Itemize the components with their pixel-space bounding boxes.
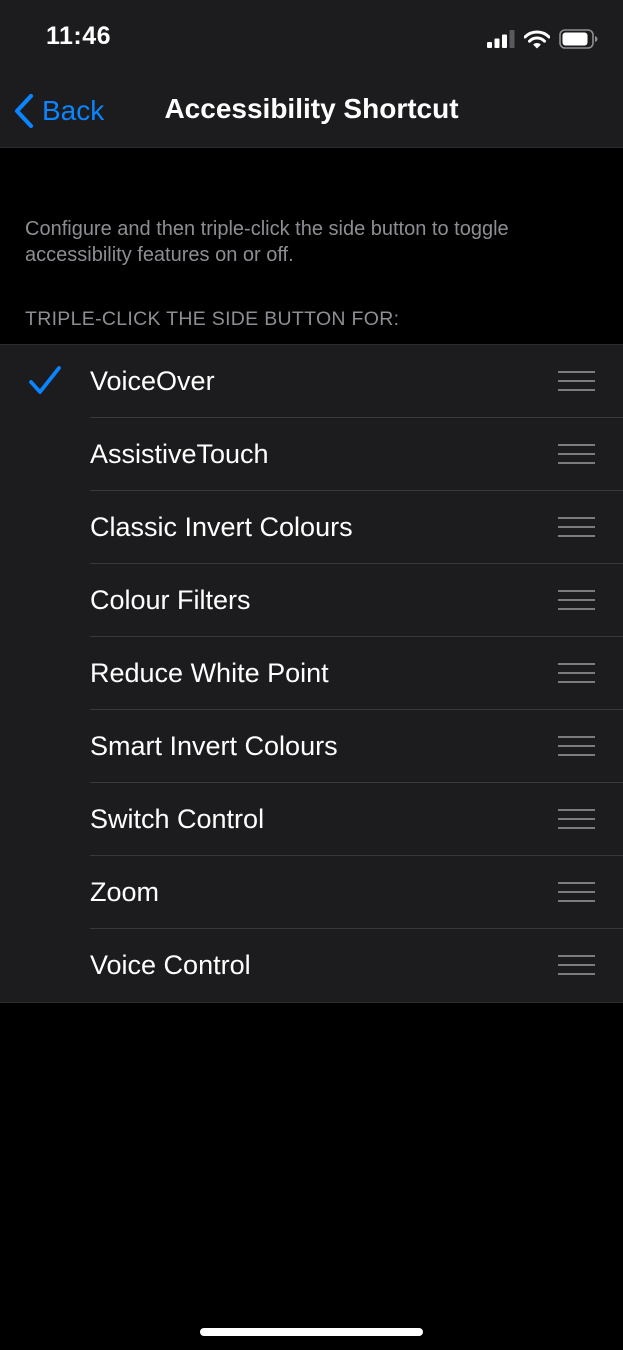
list-item-label: Switch Control (90, 804, 265, 834)
list-item-colour-filters[interactable]: Colour Filters (0, 564, 623, 637)
list-item-voiceover[interactable]: VoiceOver (0, 345, 623, 418)
list-item-label: Smart Invert Colours (90, 731, 338, 761)
list-item-label: Reduce White Point (90, 658, 329, 688)
list-item-label: VoiceOver (90, 366, 215, 396)
reorder-handle-icon[interactable] (558, 662, 595, 684)
wifi-icon (524, 30, 550, 48)
battery-icon (559, 29, 598, 49)
status-icons (487, 26, 599, 52)
list-item-label: Colour Filters (90, 585, 251, 615)
status-bar: 11:46 (0, 0, 623, 75)
list-item-zoom[interactable]: Zoom (0, 856, 623, 929)
reorder-handle-icon[interactable] (558, 881, 595, 903)
section-header: TRIPLE-CLICK THE SIDE BUTTON FOR: (25, 308, 400, 330)
feature-list: VoiceOver AssistiveTouch Classic Invert … (0, 344, 623, 1003)
home-indicator[interactable] (200, 1328, 423, 1336)
reorder-handle-icon[interactable] (558, 370, 595, 392)
list-item-label: Zoom (90, 877, 160, 907)
reorder-handle-icon[interactable] (558, 808, 595, 830)
list-item-reduce-white-point[interactable]: Reduce White Point (0, 637, 623, 710)
checkmark-icon (29, 366, 61, 394)
list-item-voice-control[interactable]: Voice Control (0, 929, 623, 1002)
cellular-signal-icon (487, 30, 515, 48)
list-item-smart-invert-colours[interactable]: Smart Invert Colours (0, 710, 623, 783)
description-text: Configure and then triple-click the side… (25, 218, 509, 266)
reorder-handle-icon[interactable] (558, 516, 595, 538)
status-time: 11:46 (46, 22, 112, 50)
list-item-label: AssistiveTouch (90, 439, 269, 469)
reorder-handle-icon[interactable] (558, 954, 595, 976)
reorder-handle-icon[interactable] (558, 735, 595, 757)
page-title: Accessibility Shortcut (164, 93, 459, 124)
reorder-handle-icon[interactable] (558, 443, 595, 465)
list-item-switch-control[interactable]: Switch Control (0, 783, 623, 856)
navigation-bar: Back Accessibility Shortcut (0, 75, 623, 148)
list-item-classic-invert-colours[interactable]: Classic Invert Colours (0, 491, 623, 564)
list-item-label: Classic Invert Colours (90, 512, 353, 542)
list-item-label: Voice Control (90, 950, 251, 980)
list-item-assistivetouch[interactable]: AssistiveTouch (0, 418, 623, 491)
reorder-handle-icon[interactable] (558, 589, 595, 611)
